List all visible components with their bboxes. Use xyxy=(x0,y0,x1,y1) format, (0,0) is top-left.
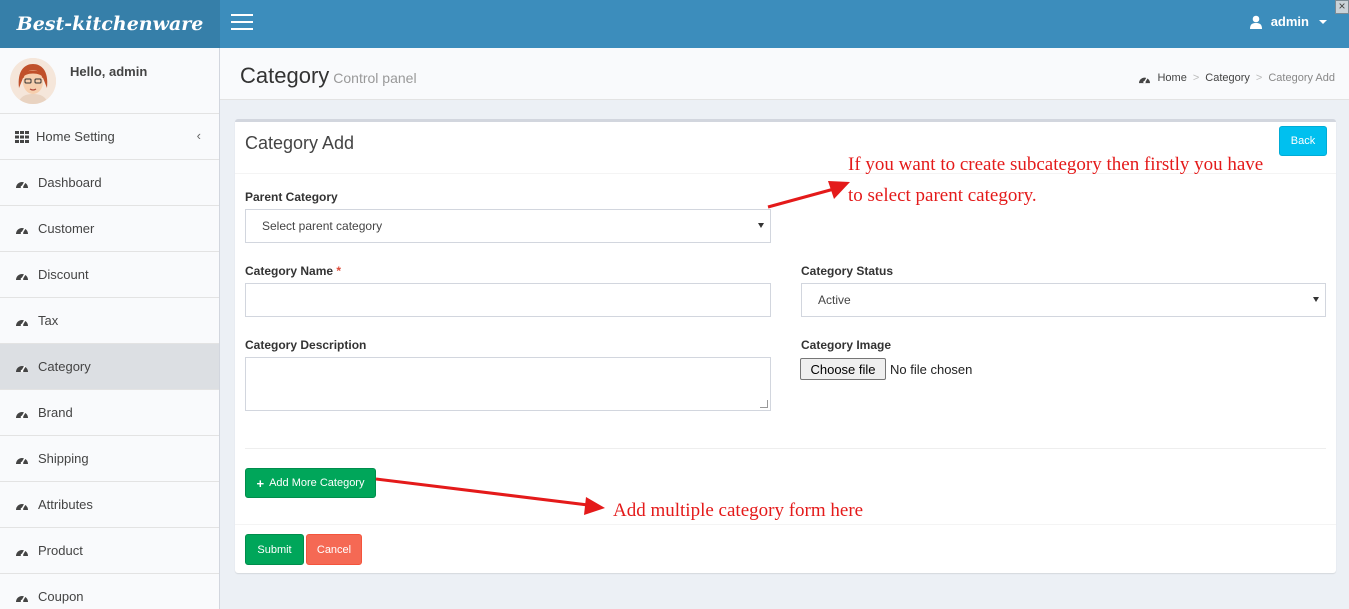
chevron-left-icon: ‹ xyxy=(196,128,201,143)
divider xyxy=(245,448,1326,449)
close-icon[interactable]: × xyxy=(1335,0,1349,14)
user-panel: Hello, admin xyxy=(0,48,219,114)
sidebar-menu: Home Setting ‹ Dashboard Customer Discount Ta… xyxy=(0,114,219,609)
category-image-label: Category Image xyxy=(801,338,892,352)
content-header: Category Control panel Home > Category > … xyxy=(220,48,1349,100)
page-subtitle: Control panel xyxy=(333,70,417,86)
user-name: admin xyxy=(1270,14,1309,29)
sidebar-item-category[interactable]: Category xyxy=(0,344,219,390)
category-status-value: Active xyxy=(818,293,851,307)
sidebar-item-label: Discount xyxy=(38,267,89,282)
sidebar-item-discount[interactable]: Discount xyxy=(0,252,219,298)
sidebar-item-label: Tax xyxy=(38,313,59,328)
plus-icon: + xyxy=(256,475,265,491)
breadcrumb: Home > Category > Category Add xyxy=(1138,72,1335,84)
sidebar-item-label: Coupon xyxy=(38,589,84,604)
dashboard-icon xyxy=(15,269,31,281)
parent-category-select[interactable]: Select parent category xyxy=(245,209,771,243)
required-marker: * xyxy=(336,264,342,278)
sidebar-item-shipping[interactable]: Shipping xyxy=(0,436,219,482)
app-logo[interactable]: Best-kitchenware xyxy=(0,0,220,48)
dashboard-icon xyxy=(15,177,31,189)
sidebar-item-label: Product xyxy=(38,543,83,558)
back-button[interactable]: Back xyxy=(1279,126,1327,156)
category-name-input[interactable] xyxy=(245,283,771,317)
dashboard-icon xyxy=(15,223,31,235)
annotation-add-more: Add multiple category form here xyxy=(613,500,864,521)
sidebar-item-product[interactable]: Product xyxy=(0,528,219,574)
user-icon xyxy=(1249,15,1262,29)
sidebar-item-label: Shipping xyxy=(38,451,89,466)
sidebar-item-attributes[interactable]: Attributes xyxy=(0,482,219,528)
parent-category-label: Parent Category xyxy=(245,190,338,204)
file-status: No file chosen xyxy=(890,362,973,377)
category-status-label: Category Status xyxy=(801,264,894,278)
category-status-select[interactable]: Active xyxy=(801,283,1326,317)
page-title-text: Category xyxy=(240,63,330,88)
user-menu[interactable]: admin xyxy=(1249,14,1327,29)
grid-icon xyxy=(15,130,31,143)
dashboard-icon xyxy=(15,453,31,465)
dashboard-icon xyxy=(15,361,31,373)
breadcrumb-home[interactable]: Home xyxy=(1157,72,1186,84)
resize-handle-icon[interactable] xyxy=(760,400,768,408)
category-name-label: Category Name * xyxy=(245,264,341,278)
dashboard-icon xyxy=(1139,76,1151,83)
sidebar-item-coupon[interactable]: Coupon xyxy=(0,574,219,609)
submit-button[interactable]: Submit xyxy=(245,534,304,565)
dashboard-icon xyxy=(15,591,31,603)
sidebar-item-label: Category xyxy=(38,359,91,374)
dashboard-icon xyxy=(15,545,31,557)
sidebar-item-tax[interactable]: Tax xyxy=(0,298,219,344)
sidebar-item-dashboard[interactable]: Dashboard xyxy=(0,160,219,206)
box-title: Category Add xyxy=(245,133,355,153)
sidebar: Hello, admin Home Setting ‹ Dashboard Custo… xyxy=(0,48,220,609)
select-arrow-icon xyxy=(758,223,764,228)
sidebar-item-label: Brand xyxy=(38,405,73,420)
sidebar-toggle-icon[interactable] xyxy=(231,14,253,32)
category-name-label-text: Category Name xyxy=(245,264,334,278)
annotation-parent-category: If you want to create subcategory then f… xyxy=(848,149,1263,211)
category-description-textarea[interactable] xyxy=(245,357,771,411)
sidebar-item-label: Home Setting xyxy=(36,129,115,144)
sidebar-item-customer[interactable]: Customer xyxy=(0,206,219,252)
dashboard-icon xyxy=(15,499,31,511)
sidebar-item-label: Customer xyxy=(38,221,95,236)
add-more-category-button[interactable]: + Add More Category xyxy=(245,468,376,498)
dashboard-icon xyxy=(15,315,31,327)
select-arrow-icon xyxy=(1313,297,1319,302)
page-title: Category Control panel xyxy=(240,63,417,89)
breadcrumb-separator: > xyxy=(1255,72,1263,84)
cancel-button[interactable]: Cancel xyxy=(306,534,362,565)
breadcrumb-separator: > xyxy=(1192,72,1200,84)
add-more-category-label: Add More Category xyxy=(269,477,365,489)
sidebar-item-label: Attributes xyxy=(38,497,93,512)
choose-file-button[interactable]: Choose file xyxy=(800,358,886,380)
annotation-line: If you want to create subcategory then f… xyxy=(848,154,1264,175)
avatar xyxy=(10,58,56,104)
top-navbar: admin xyxy=(220,0,1349,48)
chevron-down-icon xyxy=(1319,19,1327,24)
sidebar-item-label: Dashboard xyxy=(38,175,102,190)
sidebar-item-home-setting[interactable]: Home Setting ‹ xyxy=(0,114,219,160)
breadcrumb-category[interactable]: Category xyxy=(1205,72,1250,84)
annotation-line: to select parent category. xyxy=(848,185,1037,206)
parent-category-value: Select parent category xyxy=(262,219,383,233)
breadcrumb-current: Category Add xyxy=(1268,72,1335,84)
category-description-label: Category Description xyxy=(245,338,367,352)
sidebar-item-brand[interactable]: Brand xyxy=(0,390,219,436)
dashboard-icon xyxy=(15,407,31,419)
greeting: Hello, admin xyxy=(70,64,148,79)
